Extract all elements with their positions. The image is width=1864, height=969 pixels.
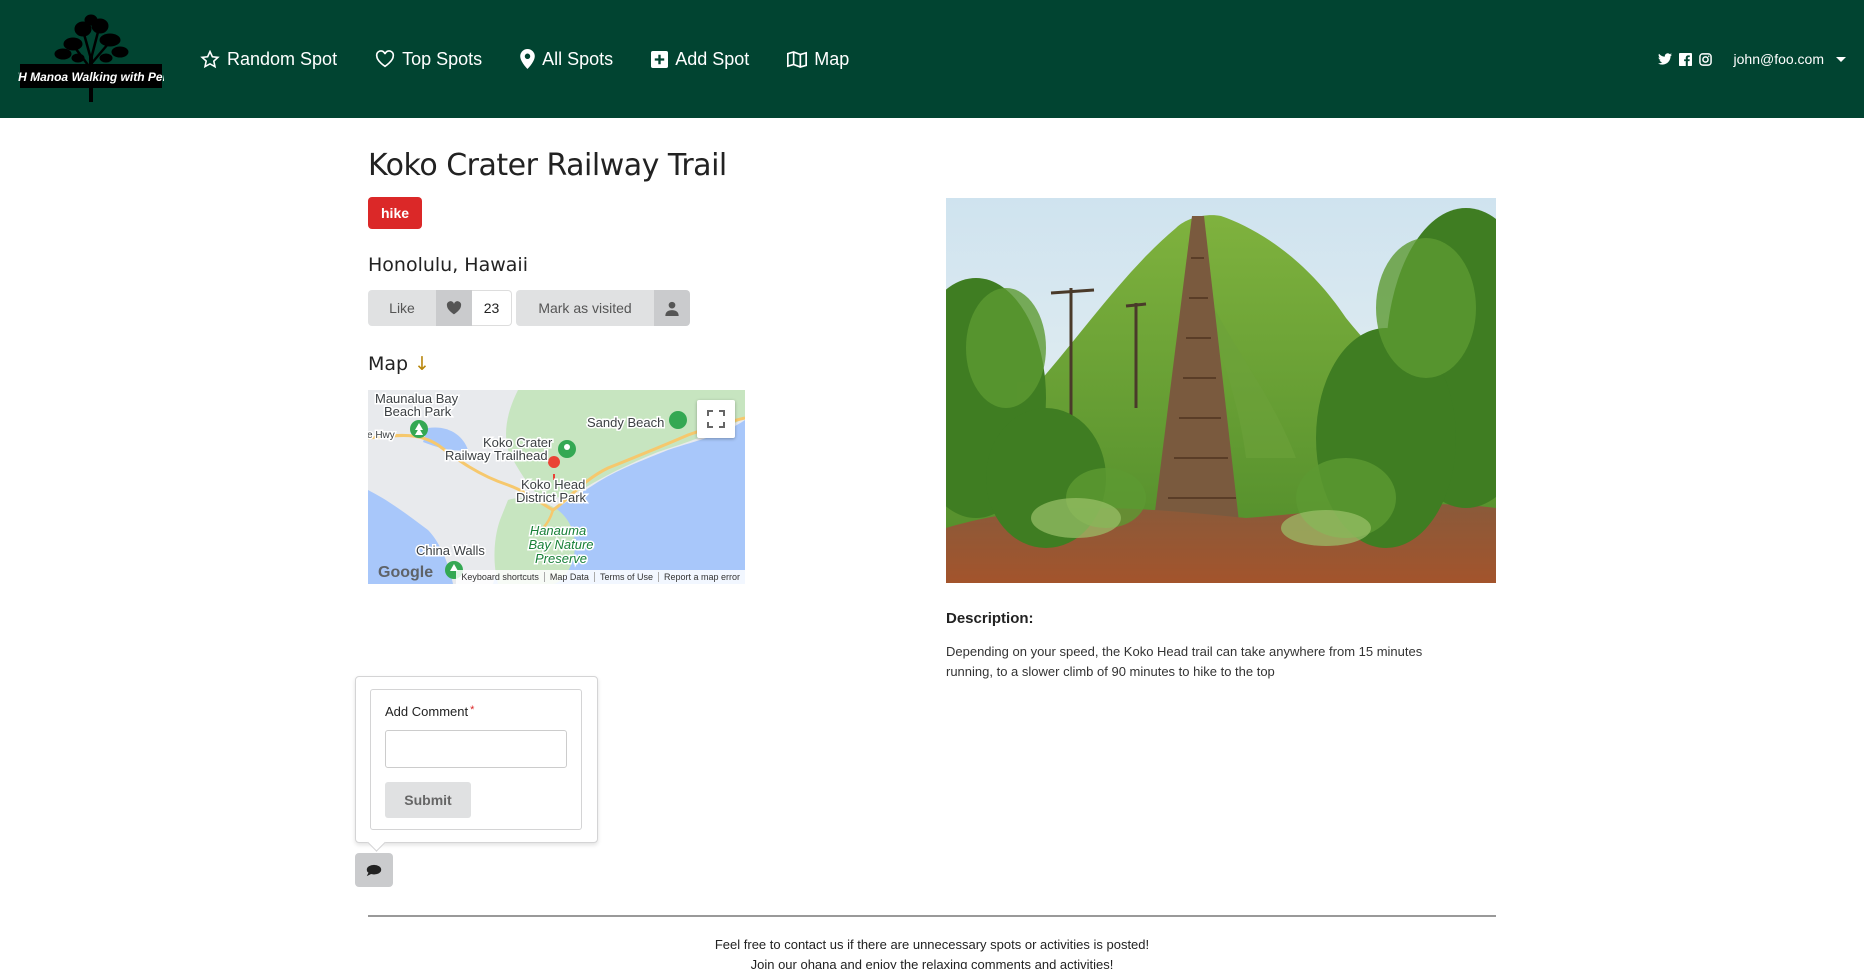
map-label: Preserve: [535, 551, 587, 566]
instagram-icon[interactable]: [1698, 52, 1712, 66]
comment-form: Add Comment * Submit: [370, 689, 582, 830]
comment-popup: Add Comment * Submit: [355, 676, 598, 843]
footer-line-2: Join our ohana and enjoy the relaxing co…: [750, 957, 1114, 969]
map-marker-icon: [520, 49, 535, 69]
nav-add-spot[interactable]: Add Spot: [651, 49, 749, 70]
page-title: Koko Crater Railway Trail: [368, 148, 727, 183]
nav-random-spot[interactable]: Random Spot: [200, 49, 337, 70]
map-heading-text: Map: [368, 353, 409, 375]
map-label: District Park: [516, 490, 587, 505]
report-error-link[interactable]: Report a map error: [657, 572, 745, 582]
nav-label: Top Spots: [402, 48, 483, 69]
map-label: Railway Trailhead: [445, 448, 548, 463]
facebook-icon[interactable]: [1678, 52, 1692, 66]
fullscreen-button[interactable]: [697, 400, 735, 438]
terms-link[interactable]: Terms of Use: [593, 572, 658, 582]
plus-square-icon: [651, 50, 669, 68]
comment-label: Add Comment *: [385, 704, 474, 719]
nav-right: john@foo.com: [1657, 0, 1846, 118]
comment-input[interactable]: [385, 730, 567, 768]
heart-icon[interactable]: [436, 290, 472, 326]
twitter-icon[interactable]: [1657, 53, 1672, 65]
nav-top-spots[interactable]: Top Spots: [375, 49, 482, 70]
map-footer: Keyboard shortcuts Map Data Terms of Use…: [456, 570, 745, 584]
map-label: China Walls: [416, 543, 485, 558]
google-logo: Google: [378, 564, 434, 581]
nav-label: All Spots: [542, 48, 614, 69]
nav-label: Random Spot: [227, 48, 338, 69]
comment-toggle-button[interactable]: [355, 853, 393, 887]
activity-tag[interactable]: hike: [368, 197, 423, 229]
like-count: 23: [472, 290, 512, 326]
nav-map[interactable]: Map: [787, 49, 849, 70]
like-button-group: Like 23: [368, 290, 512, 326]
social-links: [1657, 52, 1712, 66]
nav-label: Add Spot: [675, 48, 750, 69]
description-text: Depending on your speed, the Koko Head t…: [946, 644, 1423, 679]
spot-location: Honolulu, Hawaii: [368, 254, 528, 276]
user-icon[interactable]: [654, 290, 690, 326]
map-label: Beach Park: [384, 404, 452, 419]
heart-icon: [375, 50, 395, 68]
map-label: Hanauma: [530, 523, 586, 538]
comment-label-text: Add Comment: [385, 704, 469, 719]
comment-icon: [366, 864, 382, 876]
required-mark: *: [470, 704, 475, 716]
description-label: Description:: [946, 610, 1034, 627]
svg-text:UH Manoa Walking with Pele: UH Manoa Walking with Pele: [18, 70, 164, 84]
fullscreen-icon: [707, 410, 725, 428]
visited-button-group: Mark as visited: [516, 290, 690, 326]
map-label: Sandy Beach: [587, 415, 664, 430]
keyboard-shortcuts-link[interactable]: Keyboard shortcuts: [456, 572, 544, 582]
map-icon: [787, 50, 808, 68]
map-label: e Hwy: [368, 430, 395, 441]
spot-photo: [946, 198, 1496, 583]
map-label: Bay Nature: [528, 537, 593, 552]
like-button[interactable]: Like: [368, 290, 436, 326]
submit-button[interactable]: Submit: [385, 782, 471, 818]
footer-line-1: Feel free to contact us if there are unn…: [714, 937, 1150, 952]
navbar: UH Manoa Walking with Pele Random Spot T…: [0, 0, 1864, 118]
star-icon: [200, 49, 220, 68]
arrow-down-icon: ↓: [414, 353, 431, 375]
mark-visited-button[interactable]: Mark as visited: [516, 290, 654, 326]
user-dropdown[interactable]: john@foo.com: [1734, 51, 1846, 67]
map-data-link[interactable]: Map Data: [543, 572, 594, 582]
embedded-map[interactable]: Maunalua Bay Beach Park Sandy Beach Koko…: [368, 390, 745, 584]
caret-down-icon: [1836, 56, 1846, 62]
user-email: john@foo.com: [1733, 51, 1824, 67]
main-nav: Random Spot Top Spots All Spots Add Spot…: [200, 0, 887, 118]
nav-all-spots[interactable]: All Spots: [520, 49, 613, 70]
nav-label: Map: [814, 48, 850, 69]
footer-divider: [368, 915, 1496, 917]
map-heading: Map ↓: [368, 353, 430, 375]
site-logo[interactable]: UH Manoa Walking with Pele: [9, 14, 173, 104]
